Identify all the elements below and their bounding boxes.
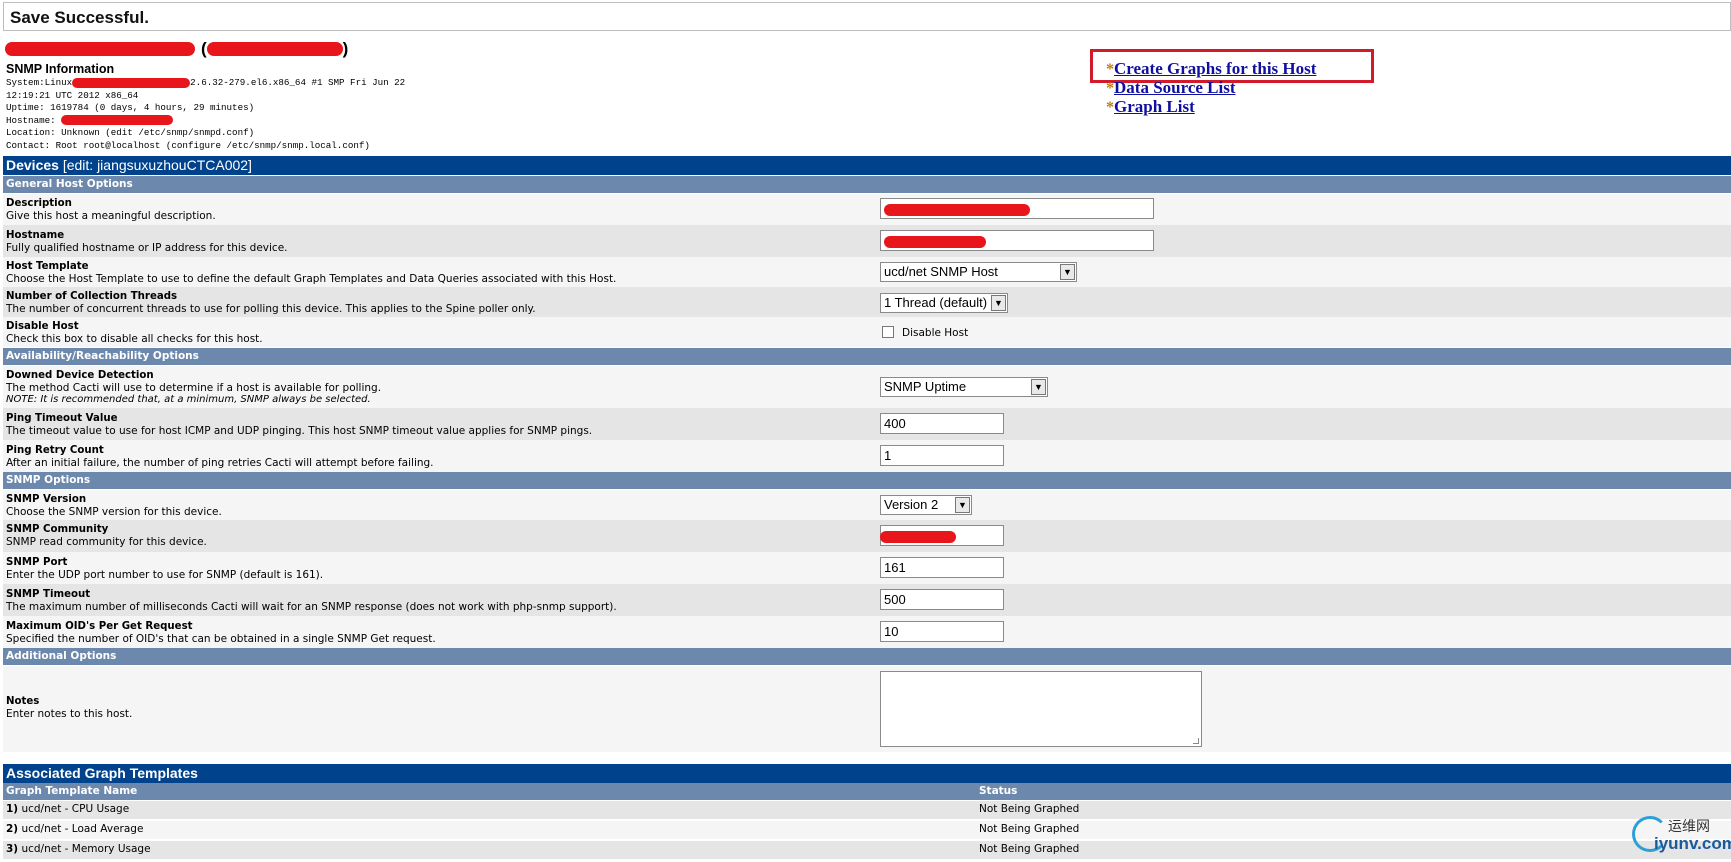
disable-host-checkbox-label[interactable]: Disable Host [902, 327, 968, 339]
snmp-info-block: System:Linux 2.6.32-279.el6.x86_64 #1 SMP… [6, 77, 406, 151]
threads-select[interactable]: 1 Thread (default) ▼ [880, 293, 1008, 313]
field-label: SNMP Version [6, 494, 87, 505]
snmp-port-input[interactable]: 161 [880, 557, 1004, 578]
ping-timeout-input[interactable]: 400 [880, 413, 1004, 434]
section-snmp-header: SNMP Options [3, 472, 1731, 489]
field-label: Ping Timeout Value [6, 413, 118, 424]
field-help: The maximum number of milliseconds Cacti… [6, 601, 617, 613]
create-graphs-link[interactable]: Create Graphs for this Host [1114, 60, 1316, 78]
field-label: Notes [6, 696, 40, 707]
row-snmp-port: SNMP Port Enter the UDP port number to u… [3, 552, 1731, 584]
redacted-description [884, 203, 1030, 216]
field-help: The timeout value to use for host ICMP a… [6, 425, 593, 437]
field-help: The number of concurrent threads to use … [6, 303, 536, 315]
field-label: Downed Device Detection [6, 370, 154, 381]
ping-retry-input[interactable]: 1 [880, 445, 1004, 466]
save-success-message: Save Successful. [3, 2, 1731, 31]
field-label: Hostname [6, 230, 65, 241]
section-availability-header: Availability/Reachability Options [3, 348, 1731, 365]
redacted-system-host [72, 77, 191, 88]
section-general-header: General Host Options [3, 176, 1731, 193]
field-label: Number of Collection Threads [6, 291, 178, 302]
field-label: Ping Retry Count [6, 445, 104, 456]
table-row: 3) ucd/net - Memory Usage Not Being Grap… [3, 841, 1731, 859]
row-snmp-timeout: SNMP Timeout The maximum number of milli… [3, 584, 1731, 616]
redacted-host-name [5, 42, 195, 56]
row-ping-timeout: Ping Timeout Value The timeout value to … [3, 408, 1731, 440]
row-status: Not Being Graphed [979, 823, 1080, 835]
row-description: Description Give this host a meaningful … [3, 194, 1731, 225]
graph-list-link[interactable]: Graph List [1114, 98, 1195, 116]
resize-grip-icon[interactable] [1193, 738, 1199, 744]
downed-detection-select[interactable]: SNMP Uptime ▼ [880, 377, 1048, 397]
snmp-version-select[interactable]: Version 2 ▼ [880, 495, 972, 515]
row-hostname: Hostname Fully qualified hostname or IP … [3, 225, 1731, 257]
description-input[interactable] [880, 198, 1154, 219]
redacted-community [880, 530, 956, 543]
bullet-star: * [1106, 99, 1114, 116]
graph-templates-column-header: Graph Template Name Status [3, 783, 1731, 800]
bullet-star: * [1106, 80, 1114, 97]
field-label: Disable Host [6, 321, 79, 332]
snmp-info-title: SNMP Information [6, 62, 115, 76]
chevron-down-icon[interactable]: ▼ [1031, 379, 1046, 395]
row-max-oids: Maximum OID's Per Get Request Specified … [3, 616, 1731, 648]
notes-textarea[interactable] [880, 671, 1202, 747]
redacted-hostname [61, 115, 174, 126]
row-ping-retry: Ping Retry Count After an initial failur… [3, 440, 1731, 472]
field-label: SNMP Port [6, 557, 68, 568]
row-snmp-version: SNMP Version Choose the SNMP version for… [3, 490, 1731, 520]
field-label: Maximum OID's Per Get Request [6, 621, 193, 632]
row-notes: Notes Enter notes to this host. [3, 666, 1731, 752]
field-help: After an initial failure, the number of … [6, 457, 434, 469]
chevron-down-icon[interactable]: ▼ [991, 295, 1006, 311]
bullet-star: * [1106, 61, 1114, 78]
field-help: Give this host a meaningful description. [6, 210, 216, 222]
field-help: Specified the number of OID's that can b… [6, 633, 436, 645]
row-status: Not Being Graphed [979, 803, 1080, 815]
row-threads: Number of Collection Threads The number … [3, 287, 1731, 317]
field-help: Check this box to disable all checks for… [6, 333, 263, 345]
field-label: SNMP Community [6, 524, 109, 535]
host-links: * Create Graphs for this Host * Data Sourc… [1106, 60, 1316, 117]
redacted-hostname-value [884, 235, 986, 248]
max-oids-input[interactable]: 10 [880, 621, 1004, 642]
snmp-timeout-input[interactable]: 500 [880, 589, 1004, 610]
field-help: Enter the UDP port number to use for SNM… [6, 569, 324, 581]
row-disable-host: Disable Host Check this box to disable a… [3, 317, 1731, 347]
field-label: Host Template [6, 261, 89, 272]
field-help: Enter notes to this host. [6, 708, 133, 720]
row-snmp-community: SNMP Community SNMP read community for t… [3, 520, 1731, 552]
chevron-down-icon[interactable]: ▼ [955, 497, 970, 513]
chevron-down-icon[interactable]: ▼ [1060, 264, 1075, 280]
field-label: Description [6, 198, 72, 209]
devices-header: Devices [edit: jiangsuxuzhouCTCA002] [3, 156, 1731, 175]
field-help: Fully qualified hostname or IP address f… [6, 242, 288, 254]
table-row: 1) ucd/net - CPU Usage Not Being Graphed [3, 801, 1731, 819]
host-template-select[interactable]: ucd/net SNMP Host ▼ [880, 262, 1077, 282]
field-help: Choose the Host Template to use to defin… [6, 273, 617, 285]
field-help: The method Cacti will use to determine i… [6, 382, 382, 394]
row-host-template: Host Template Choose the Host Template t… [3, 257, 1731, 287]
field-label: SNMP Timeout [6, 589, 91, 600]
field-help: Choose the SNMP version for this device. [6, 506, 222, 518]
site-watermark: 运维网 iyunv.com [1632, 814, 1731, 858]
data-source-list-link[interactable]: Data Source List [1114, 79, 1236, 97]
section-additional-header: Additional Options [3, 648, 1731, 665]
col-graph-template-name: Graph Template Name [6, 785, 138, 797]
row-downed-detection: Downed Device Detection The method Cacti… [3, 366, 1731, 408]
redacted-host-address [206, 42, 343, 56]
col-status: Status [979, 785, 1018, 797]
field-help: SNMP read community for this device. [6, 536, 207, 548]
table-row: 2) ucd/net - Load Average Not Being Grap… [3, 821, 1731, 839]
field-note: NOTE: It is recommended that, at a minim… [6, 394, 371, 405]
row-status: Not Being Graphed [979, 843, 1080, 855]
host-title: ( ) [5, 39, 348, 59]
snmp-community-input[interactable] [880, 525, 1004, 546]
graph-templates-header: Associated Graph Templates [3, 764, 1731, 783]
hostname-input[interactable] [880, 230, 1154, 251]
disable-host-checkbox[interactable] [882, 326, 894, 338]
